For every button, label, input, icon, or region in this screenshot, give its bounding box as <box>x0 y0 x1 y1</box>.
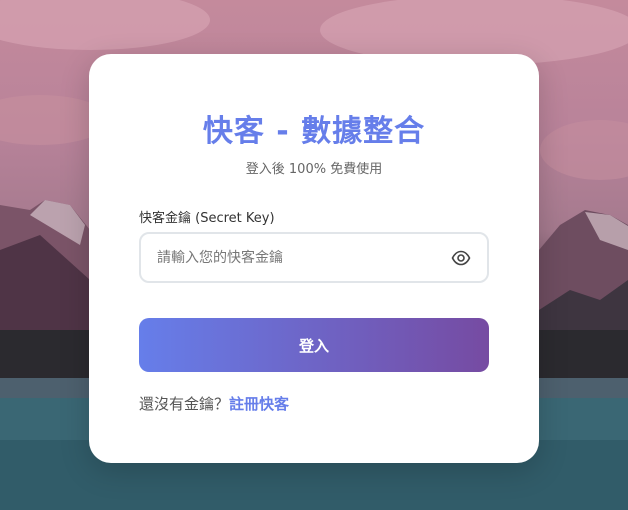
login-card: 快客 - 數據整合 登入後 100% 免費使用 快客金鑰 (Secret Key… <box>89 54 539 463</box>
eye-icon[interactable] <box>451 248 471 268</box>
secret-key-input[interactable] <box>157 234 437 281</box>
app-title: 快客 - 數據整合 <box>202 114 426 149</box>
app-subtitle: 登入後 100% 免費使用 <box>245 162 383 177</box>
register-prompt-row: 還沒有金鑰？註冊快客 <box>139 393 289 414</box>
secret-key-label: 快客金鑰 (Secret Key) <box>139 211 275 226</box>
login-button[interactable]: 登入 <box>139 318 489 372</box>
register-link[interactable]: 註冊快客 <box>229 395 289 413</box>
secret-key-field-wrapper <box>139 232 489 283</box>
register-prompt-text: 還沒有金鑰？ <box>139 395 230 413</box>
